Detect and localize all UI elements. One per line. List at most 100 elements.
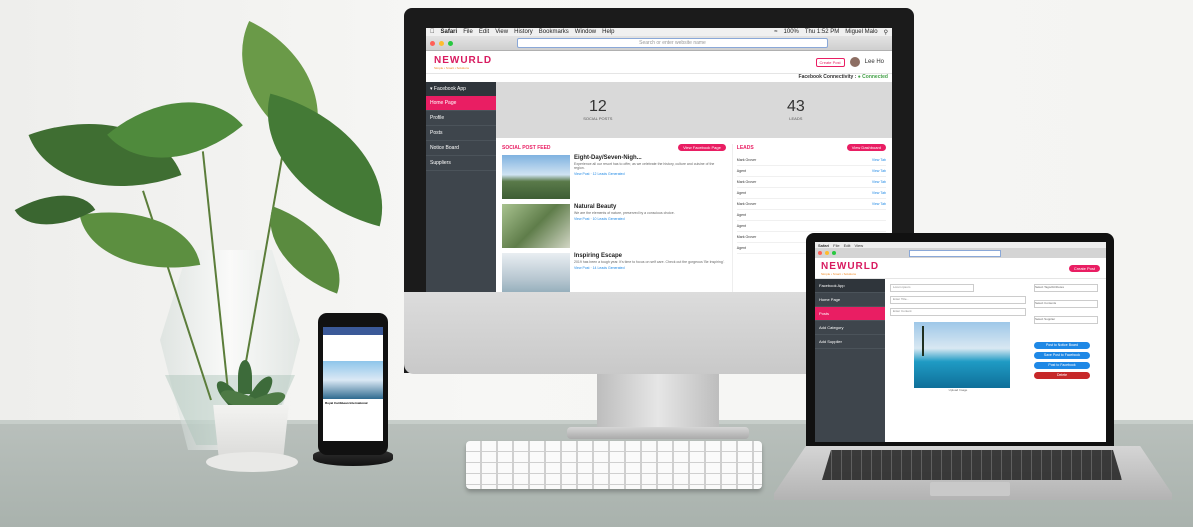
safari-toolbar: Search or enter website name	[426, 36, 892, 51]
post-to-facebook-button[interactable]: Post to Facebook	[1034, 362, 1090, 369]
lead-row: Agent	[736, 221, 886, 232]
sidebar-item-notice-board[interactable]: Notice Board	[426, 141, 496, 156]
sidebar-item-home[interactable]: Home Page	[815, 293, 885, 307]
post-text: We are the elements of nature, preserved…	[574, 211, 675, 215]
lead-view-link[interactable]: View Tab	[872, 169, 886, 173]
avatar[interactable]	[849, 57, 860, 67]
lead-row: Agent	[736, 210, 886, 221]
laptop-screen: Safari File Edit View NEWURLD Simple • Sm…	[815, 242, 1106, 442]
upload-caption: Upload Image	[948, 388, 968, 392]
post-link[interactable]: View Post · 14 Leads Generated	[574, 266, 724, 270]
clock[interactable]: Thu 1:52 PM	[805, 29, 839, 35]
menu-edit[interactable]: Edit	[479, 29, 489, 35]
laptop-sidebar: Facebook App Home Page Posts Add Categor…	[815, 279, 885, 442]
address-bar[interactable]	[909, 249, 1001, 257]
user-name[interactable]: Lee Ho	[865, 59, 884, 65]
content-field[interactable]: Enter Content	[890, 308, 1026, 316]
save-post-to-facebook-button[interactable]: Save Post to Facebook	[1034, 352, 1090, 359]
delete-button[interactable]: Delete	[1034, 372, 1090, 379]
battery-status[interactable]: 100%	[784, 29, 799, 35]
post-link[interactable]: View Post · 12 Leads Generated	[574, 172, 726, 176]
menu-safari[interactable]: Safari	[818, 243, 829, 248]
lead-name: Agent	[736, 246, 746, 250]
close-button[interactable]	[430, 40, 435, 46]
sidebar-item-suppliers[interactable]: Suppliers	[426, 156, 496, 171]
sidebar-item-add-category[interactable]: Add Category	[815, 321, 885, 335]
post-thumbnail[interactable]	[502, 155, 570, 199]
menu-edit[interactable]: Edit	[844, 243, 851, 248]
close-button[interactable]	[818, 251, 822, 255]
stat-value: 43	[786, 98, 805, 115]
minimize-button[interactable]	[825, 251, 829, 255]
leads-title: LEADS	[736, 144, 754, 151]
social-post-feed: SOCIAL POST FEED View Facebook Page Eight…	[502, 144, 726, 292]
keyboard-rows	[466, 441, 762, 489]
facebook-header-bar	[323, 327, 383, 335]
title-field[interactable]: Enter Title...	[890, 296, 1026, 304]
app-logo[interactable]: NEWURLD Simple • Smart • Solutions	[821, 261, 879, 276]
minimize-button[interactable]	[439, 40, 444, 46]
post-thumbnail[interactable]	[502, 204, 570, 248]
name-field[interactable]: Lorem ipsum	[890, 284, 974, 292]
post-text: 2019 has been a tough year. It's time to…	[574, 260, 725, 264]
search-icon[interactable]: ⚲	[884, 29, 888, 36]
post-brand: Royal Caribbean International	[325, 401, 368, 405]
menu-view[interactable]: View	[854, 243, 863, 248]
connected-text: Connected	[862, 74, 888, 80]
sidebar: ▾ Facebook App Home Page Profile Posts N…	[426, 82, 496, 292]
menu-file[interactable]: File	[463, 29, 473, 35]
tags-select[interactable]: Select Tags/Attributes	[1034, 284, 1098, 292]
lead-view-link[interactable]: View Tab	[872, 202, 886, 206]
address-bar[interactable]: Search or enter website name	[517, 38, 828, 48]
post-thumbnail[interactable]	[502, 253, 570, 292]
create-post-button[interactable]: Create Post	[1068, 264, 1100, 272]
create-post-button[interactable]: Create Post	[815, 57, 845, 67]
contents-select[interactable]: Select Contents	[1034, 300, 1098, 308]
lead-name: Agent	[736, 191, 746, 195]
connectivity-label: Facebook Connectivity :	[798, 74, 857, 80]
post-editor: Lorem ipsum Enter Title... Enter Content…	[885, 279, 1106, 442]
upload-image-preview[interactable]	[914, 322, 1010, 388]
app-logo[interactable]: NEWURLD Simple • Smart • Solutions	[434, 55, 492, 70]
zoom-button[interactable]	[832, 251, 836, 255]
menu-safari[interactable]: Safari	[441, 29, 458, 35]
palm-tree-silhouette	[922, 326, 940, 356]
post-link[interactable]: View Post · 10 Leads Generated	[574, 217, 675, 221]
menu-bookmarks[interactable]: Bookmarks	[539, 29, 569, 35]
menu-history[interactable]: History	[514, 29, 533, 35]
view-facebook-page-button[interactable]: View Facebook Page	[678, 144, 726, 151]
menu-view[interactable]: View	[495, 29, 508, 35]
feed-post: Eight-Day/Seven-Nigh... Experience all o…	[502, 155, 726, 199]
view-dashboard-button[interactable]: View Dashboard	[846, 144, 886, 151]
lead-view-link[interactable]: View Tab	[872, 191, 886, 195]
menu-window[interactable]: Window	[575, 29, 596, 35]
sidebar-section-facebook-app[interactable]: Facebook App	[815, 279, 885, 293]
phone-screen: Royal Caribbean International	[323, 327, 383, 441]
laptop-trackpad	[930, 482, 1010, 496]
post-title[interactable]: Eight-Day/Seven-Nigh...	[574, 155, 726, 161]
user-menu[interactable]: Miguel Malo	[845, 29, 877, 35]
menu-help[interactable]: Help	[602, 29, 614, 35]
sidebar-item-posts[interactable]: Posts	[815, 307, 885, 321]
stats-panel: 12 SOCIAL POSTS 43 LEADS	[496, 82, 892, 138]
sidebar-item-add-supplier[interactable]: Add Supplier	[815, 335, 885, 349]
post-to-notice-board-button[interactable]: Post to Notice Board	[1034, 342, 1090, 349]
lead-row: Agent View Tab	[736, 166, 886, 177]
logo-tagline: Simple • Smart • Solutions	[821, 271, 856, 276]
laptop-app-header: NEWURLD Simple • Smart • Solutions Create…	[815, 258, 1106, 279]
lead-view-link[interactable]: View Tab	[872, 180, 886, 184]
sidebar-item-profile[interactable]: Profile	[426, 111, 496, 126]
sidebar-section-facebook-app[interactable]: ▾ Facebook App	[426, 82, 496, 96]
stat-leads: 43 LEADS	[787, 98, 805, 122]
post-title[interactable]: Inspiring Escape	[574, 253, 724, 259]
sidebar-item-posts[interactable]: Posts	[426, 126, 496, 141]
stat-label: LEADS	[789, 116, 803, 121]
post-title[interactable]: Natural Beauty	[574, 204, 675, 210]
apple-icon[interactable]: 	[430, 29, 435, 35]
supplier-select[interactable]: Select Supplier	[1034, 316, 1098, 324]
zoom-button[interactable]	[448, 40, 453, 46]
wifi-icon[interactable]: ≈	[774, 29, 777, 35]
sidebar-item-home[interactable]: Home Page	[426, 96, 496, 111]
menu-file[interactable]: File	[833, 243, 839, 248]
lead-view-link[interactable]: View Tab	[872, 158, 886, 162]
